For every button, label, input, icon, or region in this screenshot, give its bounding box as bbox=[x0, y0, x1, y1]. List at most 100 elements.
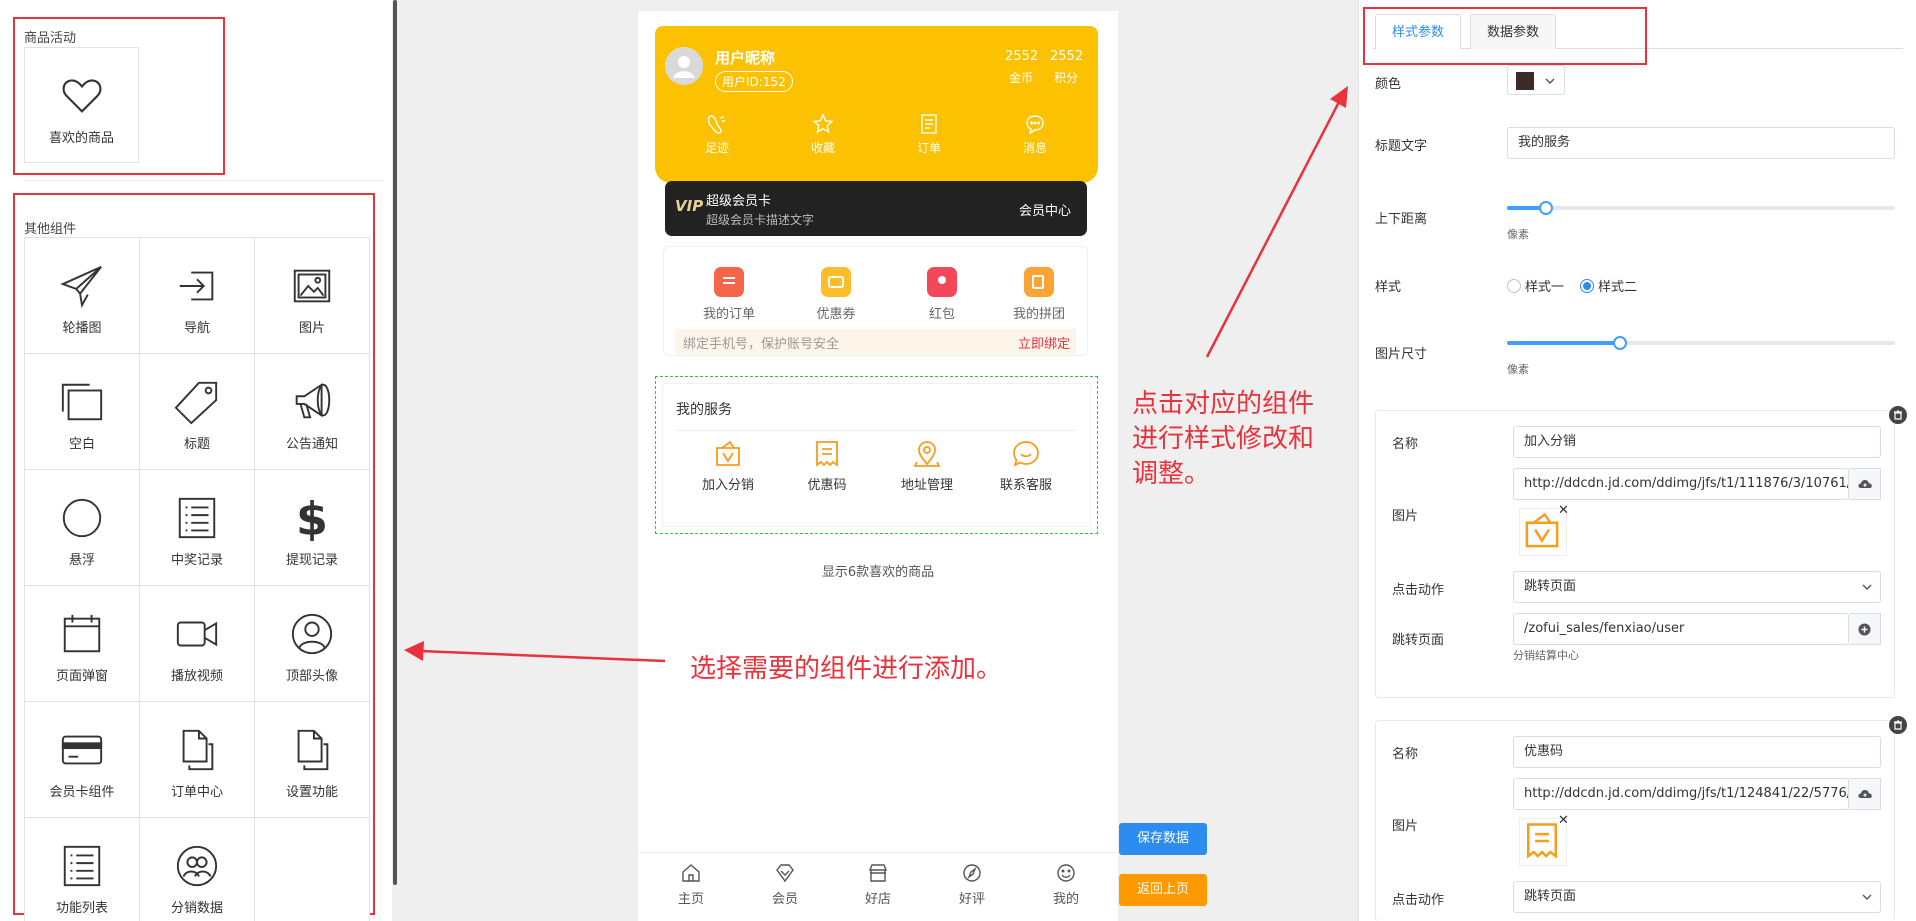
name-input[interactable]: 加入分销 bbox=[1513, 426, 1881, 458]
bind-now-link[interactable]: 立即绑定 bbox=[1018, 333, 1070, 352]
style-radio-2[interactable]: 样式二 bbox=[1580, 276, 1637, 295]
component-top-avatar[interactable]: 顶部头像 bbox=[255, 586, 370, 702]
favorite-goods-placeholder: 显示6款喜欢的商品 bbox=[821, 565, 935, 580]
name-input[interactable]: 优惠码 bbox=[1513, 736, 1881, 768]
back-button[interactable]: 返回上页 bbox=[1119, 874, 1207, 906]
order-shortcut-coupons[interactable]: 优惠券 bbox=[791, 267, 881, 322]
component-blank[interactable]: 空白 bbox=[25, 354, 140, 470]
user-header-component[interactable]: 用户昵称 用户ID:152 2552 金币 2552 积分 足迹 收藏 订单 消… bbox=[655, 26, 1098, 183]
service-customer-support[interactable]: 联系客服 bbox=[976, 438, 1076, 493]
user-circle-icon bbox=[291, 613, 333, 655]
component-carousel[interactable]: 轮播图 bbox=[25, 238, 140, 354]
list-icon bbox=[178, 497, 216, 539]
bottom-tab-bar: 主页 会员 好店 好评 我的 bbox=[638, 852, 1118, 921]
order-shortcut-red-packet[interactable]: 红包 bbox=[897, 267, 987, 322]
order-shortcut-group-buy[interactable]: 我的拼团 bbox=[994, 267, 1084, 322]
delete-item-button[interactable] bbox=[1889, 406, 1907, 424]
points-label: 积分 bbox=[1054, 71, 1079, 85]
component-popup[interactable]: 页面弹窗 bbox=[25, 586, 140, 702]
jump-page-input[interactable]: /zofui_sales/fenxiao/user bbox=[1513, 613, 1849, 645]
component-settings[interactable]: 设置功能 bbox=[255, 702, 370, 818]
vip-card-component[interactable]: VIP 超级会员卡 超级会员卡描述文字 会员中心 bbox=[665, 181, 1087, 236]
component-image[interactable]: 图片 bbox=[255, 238, 370, 354]
component-withdraw-record[interactable]: $ 提现记录 bbox=[255, 470, 370, 586]
title-text-input[interactable]: 我的服务 bbox=[1507, 127, 1895, 159]
image-url-input[interactable]: http://ddcdn.jd.com/ddimg/jfs/t1/124841/… bbox=[1513, 778, 1849, 810]
image-size-slider-thumb[interactable] bbox=[1612, 336, 1627, 350]
service-join-distribution[interactable]: 加入分销 bbox=[678, 438, 778, 493]
component-title[interactable]: 标题 bbox=[140, 354, 255, 470]
distribution-icon bbox=[716, 440, 740, 466]
chevron-down-icon bbox=[1862, 584, 1872, 590]
select-component-annotation: 选择需要的组件进行添加。 bbox=[690, 654, 1003, 684]
component-favorite-goods[interactable]: 喜欢的商品 bbox=[24, 47, 139, 163]
star-icon bbox=[812, 113, 834, 134]
component-distribution-data[interactable]: 分销数据 bbox=[140, 818, 255, 921]
upload-button[interactable] bbox=[1849, 468, 1881, 500]
delete-item-button[interactable] bbox=[1889, 716, 1907, 734]
click-modify-annotation-line3: 调整。 bbox=[1132, 459, 1211, 489]
component-float[interactable]: 悬浮 bbox=[25, 470, 140, 586]
component-member-card[interactable]: 会员卡组件 bbox=[25, 702, 140, 818]
tab-member[interactable]: 会员 bbox=[738, 862, 832, 907]
component-label: 导航 bbox=[183, 321, 210, 336]
header-icon-label: 订单 bbox=[916, 141, 941, 155]
save-data-button[interactable]: 保存数据 bbox=[1119, 823, 1207, 855]
image-size-label: 图片尺寸 bbox=[1375, 347, 1428, 362]
upload-button[interactable] bbox=[1849, 778, 1881, 810]
header-icon-label: 收藏 bbox=[810, 141, 835, 155]
coins-label: 金币 bbox=[1009, 71, 1034, 85]
avatar bbox=[665, 47, 703, 85]
image-thumbnail[interactable]: ✕ bbox=[1519, 503, 1569, 556]
image-thumbnail[interactable]: ✕ bbox=[1519, 813, 1569, 866]
component-announcement[interactable]: 公告通知 bbox=[255, 354, 370, 470]
bind-phone-text: 绑定手机号，保护账号安全 bbox=[683, 337, 840, 352]
header-orders[interactable]: 订单 bbox=[894, 112, 964, 156]
margin-slider[interactable] bbox=[1507, 201, 1895, 215]
component-video[interactable]: 播放视频 bbox=[140, 586, 255, 702]
component-order-center[interactable]: 订单中心 bbox=[140, 702, 255, 818]
header-footprint[interactable]: 足迹 bbox=[682, 112, 752, 156]
remove-image-icon[interactable]: ✕ bbox=[1558, 813, 1569, 828]
service-label: 加入分销 bbox=[701, 478, 754, 493]
image-url-input[interactable]: http://ddcdn.jd.com/ddimg/jfs/t1/111876/… bbox=[1513, 468, 1849, 500]
vip-description: 超级会员卡描述文字 bbox=[706, 213, 815, 227]
remove-image-icon[interactable]: ✕ bbox=[1558, 503, 1569, 518]
cloud-upload-icon bbox=[1857, 480, 1872, 488]
style-radio-1[interactable]: 样式一 bbox=[1507, 276, 1564, 295]
tab-shop[interactable]: 好店 bbox=[831, 862, 925, 907]
service-label: 优惠码 bbox=[807, 478, 847, 493]
service-chat-icon bbox=[1013, 441, 1039, 467]
image-size-slider[interactable] bbox=[1507, 336, 1895, 350]
user-id-badge: 用户ID:152 bbox=[715, 71, 793, 92]
component-label: 轮播图 bbox=[62, 321, 102, 336]
component-prize-record[interactable]: 中奖记录 bbox=[140, 470, 255, 586]
service-address[interactable]: 地址管理 bbox=[877, 438, 977, 493]
tab-mine[interactable]: 我的 bbox=[1019, 862, 1113, 907]
files-icon bbox=[182, 729, 214, 771]
service-title: 我的服务 bbox=[676, 402, 732, 418]
click-action-select[interactable]: 跳转页面 bbox=[1513, 571, 1881, 603]
vip-center-link[interactable]: 会员中心 bbox=[1019, 200, 1071, 219]
left-panel-scrollbar[interactable] bbox=[393, 0, 397, 885]
component-label: 设置功能 bbox=[285, 785, 338, 800]
add-link-button[interactable] bbox=[1849, 613, 1881, 645]
heart-icon bbox=[62, 78, 101, 113]
my-service-component[interactable]: 我的服务 加入分销 优惠码 地址管理 联系客服 bbox=[655, 376, 1098, 534]
tab-reviews[interactable]: 好评 bbox=[925, 862, 1019, 907]
color-picker[interactable] bbox=[1507, 65, 1565, 95]
component-navigation[interactable]: 导航 bbox=[140, 238, 255, 354]
margin-slider-thumb[interactable] bbox=[1538, 201, 1553, 215]
component-function-list[interactable]: 功能列表 bbox=[25, 818, 140, 921]
component-label: 中奖记录 bbox=[170, 553, 223, 568]
click-action-select[interactable]: 跳转页面 bbox=[1513, 881, 1881, 913]
order-shortcut-my-orders[interactable]: 我的订单 bbox=[684, 267, 774, 322]
header-favorites[interactable]: 收藏 bbox=[788, 112, 858, 156]
bind-phone-bar[interactable]: 绑定手机号，保护账号安全 立即绑定 bbox=[675, 329, 1076, 354]
credit-card-icon bbox=[61, 735, 103, 765]
tab-home[interactable]: 主页 bbox=[644, 862, 738, 907]
image-label: 图片 bbox=[1392, 819, 1419, 834]
tabs-highlight-box bbox=[1363, 7, 1647, 65]
service-coupon-code[interactable]: 优惠码 bbox=[777, 438, 877, 493]
header-messages[interactable]: 消息 bbox=[1000, 112, 1070, 156]
